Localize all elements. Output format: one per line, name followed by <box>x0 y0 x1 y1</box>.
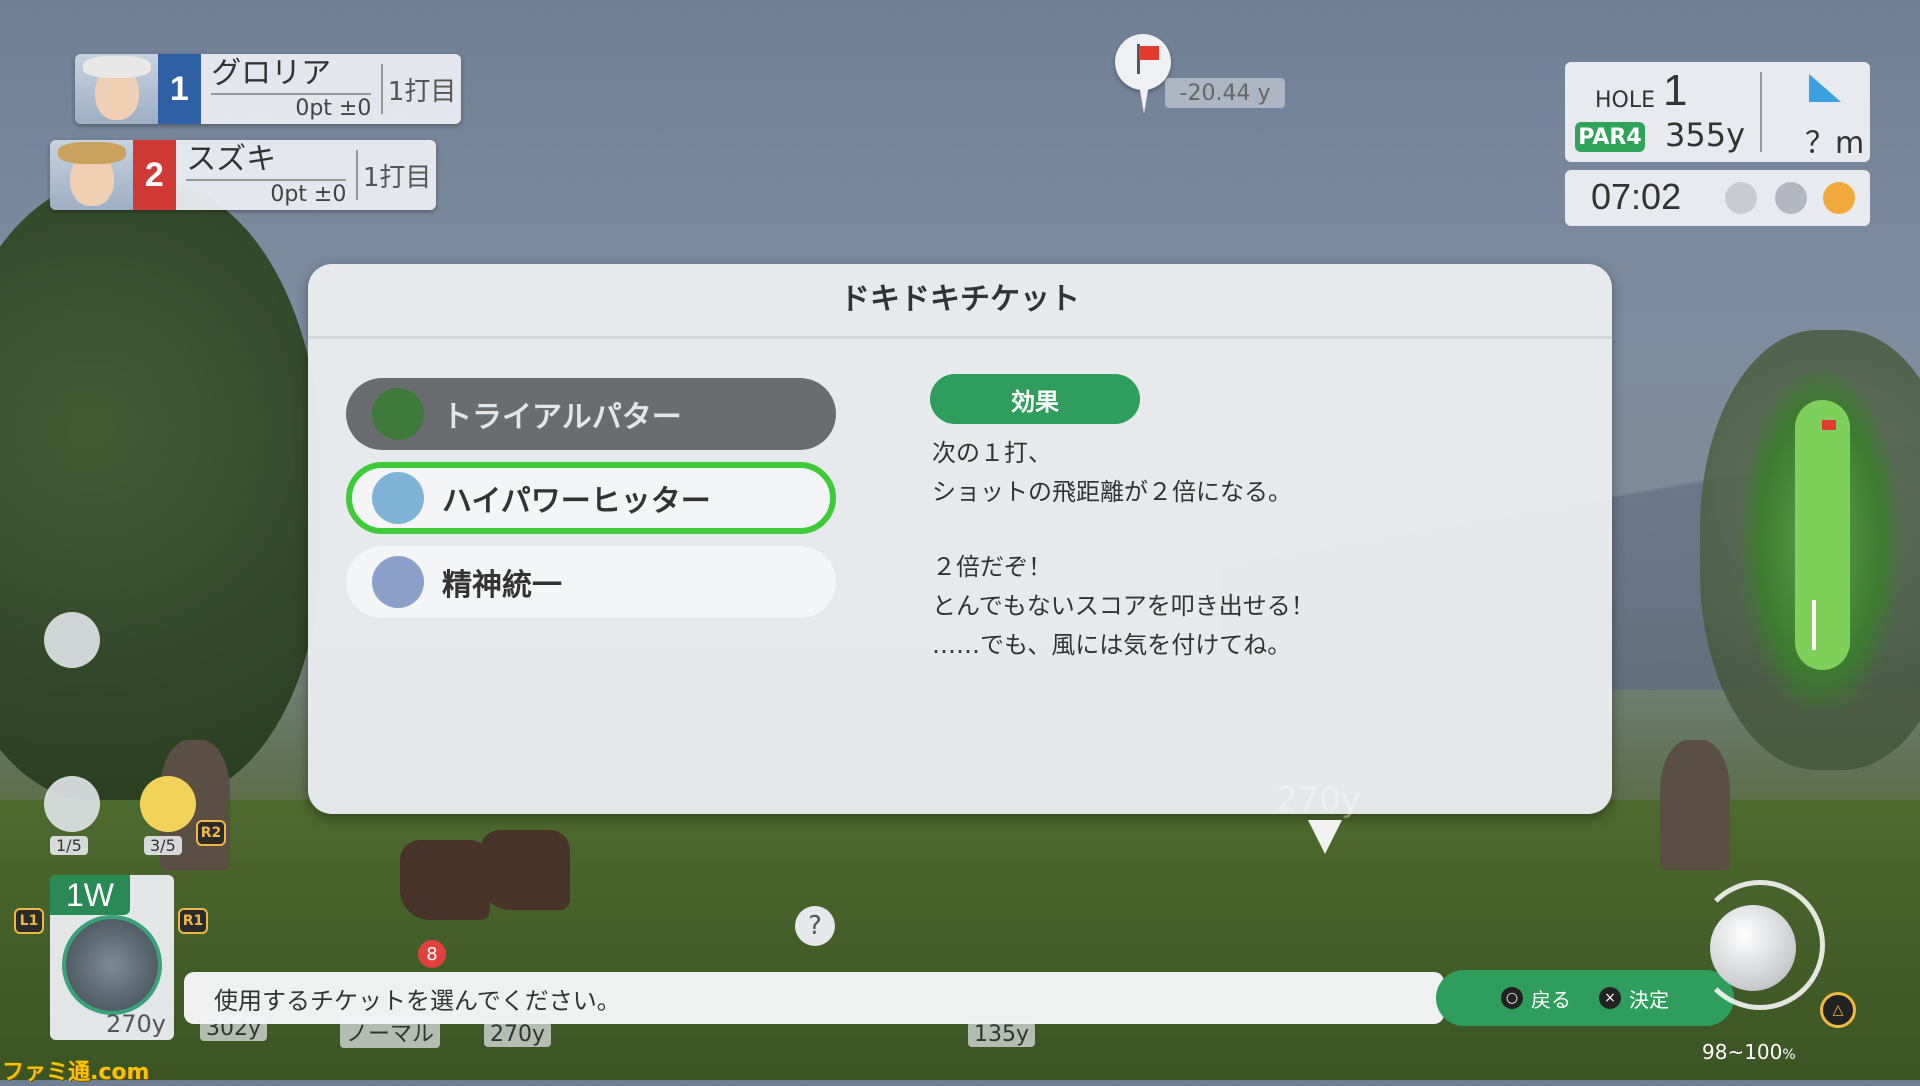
effect-description: 次の１打、 ショットの飛距離が２倍になる。 ２倍だぞ！ とんでもないスコアを叩き… <box>932 434 1552 665</box>
club-distance: 270y <box>105 1010 166 1038</box>
player-stroke: 1打目 <box>356 150 436 200</box>
ticket-trial-putter[interactable]: トライアルパター <box>346 378 836 450</box>
golfer-boots <box>400 830 600 930</box>
aim-distance: 270y <box>1276 780 1362 820</box>
instruction-bar: 使用するチケットを選んでください。 <box>184 972 1444 1024</box>
back-button[interactable]: ○ 戻る <box>1501 984 1571 1013</box>
player-avatar <box>75 54 158 124</box>
player-rank: 1 <box>157 54 202 124</box>
tree-left <box>0 180 320 800</box>
ticket-label: ハイパワーヒッター <box>442 484 711 519</box>
triangle-button-icon[interactable]: △ <box>1820 992 1856 1028</box>
tree-stump-right <box>1660 740 1730 870</box>
instruction-text: 使用するチケットを選んでください。 <box>214 986 621 1015</box>
r1-button: R1 <box>178 908 208 934</box>
confirm-button[interactable]: × 決定 <box>1599 984 1669 1013</box>
meditation-icon <box>372 556 424 608</box>
controls-bar: ○ 戻る × 決定 <box>1436 970 1734 1026</box>
club-panel[interactable]: 1W 270y <box>50 875 174 1040</box>
distance-label: 270y <box>484 1022 552 1047</box>
putter-icon <box>372 388 424 440</box>
player-stroke: 1打目 <box>381 64 461 114</box>
power-hitter-icon <box>372 472 424 524</box>
confirm-label: 決定 <box>1629 987 1669 1012</box>
l1-button: L1 <box>14 908 44 934</box>
item-icon[interactable] <box>140 776 196 832</box>
ticket-label: トライアルパター <box>442 400 682 435</box>
ticket-dialog: ドキドキチケット トライアルパター ハイパワーヒッター 精神統一 効果 次の１打… <box>308 264 1612 814</box>
circle-button-icon: ○ <box>1501 987 1523 1009</box>
rain-cloud-icon <box>1775 182 1807 214</box>
hole-info-panel: HOLE 1 PAR4 355y ？m <box>1565 62 1870 162</box>
aim-marker-icon <box>1308 820 1342 854</box>
player-points: 0pt ±0 <box>295 96 372 121</box>
effect-badge: 効果 <box>930 374 1140 424</box>
club-head-icon <box>62 915 162 1015</box>
course-minimap <box>1740 370 1900 710</box>
effect-line: とんでもないスコアを叩き出せる！ <box>932 592 1315 620</box>
back-label: 戻る <box>1531 987 1571 1012</box>
wind-flag-icon <box>1809 74 1841 102</box>
camera-count: 1/5 <box>50 836 88 855</box>
dialog-title: ドキドキチケット <box>308 264 1612 339</box>
effect-line: 次の１打、 <box>932 439 1052 467</box>
r2-button: R2 <box>196 820 226 846</box>
watermark: ファミ通.com <box>2 1060 150 1085</box>
wind-speed: ？m <box>1805 126 1865 161</box>
ticket-meditation[interactable]: 精神統一 <box>346 546 836 618</box>
hole-yards: 355y <box>1665 116 1746 154</box>
player-avatar <box>50 140 133 210</box>
hole-label: HOLE <box>1595 88 1656 113</box>
par-badge: PAR4 <box>1575 122 1645 152</box>
player-card-1: 1 グロリア 0pt ±0 1打目 <box>75 54 461 124</box>
sun-icon <box>1823 182 1855 214</box>
wind-sock-icon[interactable] <box>44 612 100 668</box>
count-badge: 8 <box>418 940 446 968</box>
item-count: 3/5 <box>144 836 182 855</box>
player-points: 0pt ±0 <box>270 182 347 207</box>
pin-distance: -20.44 y <box>1165 78 1285 108</box>
club-name: 1W <box>50 875 130 915</box>
camera-icon[interactable] <box>44 776 100 832</box>
effect-line: ショットの飛距離が２倍になる。 <box>932 478 1292 506</box>
ticket-label: 精神統一 <box>442 568 562 603</box>
player-name: スズキ <box>186 141 347 181</box>
player-card-2: 2 スズキ 0pt ±0 1打目 <box>50 140 436 210</box>
ticket-high-power-hitter[interactable]: ハイパワーヒッター <box>346 462 836 534</box>
time-panel: 07:02 <box>1565 170 1870 226</box>
time-of-day: 07:02 <box>1591 176 1682 217</box>
fairway-ground <box>0 800 1920 1080</box>
hole-number: 1 <box>1663 66 1688 115</box>
player-name: グロリア <box>211 55 372 95</box>
player-rank: 2 <box>132 140 177 210</box>
golf-ball-icon <box>1710 905 1796 991</box>
distance-label: 135y <box>968 1022 1036 1047</box>
pin-flag-icon <box>1115 34 1171 114</box>
effect-line: ２倍だぞ！ <box>932 553 1052 581</box>
cross-button-icon: × <box>1599 987 1621 1009</box>
question-icon: ? <box>795 906 835 946</box>
effect-line: ……でも、風には気を付けてね。 <box>932 631 1292 659</box>
cloud-icon <box>1725 182 1757 214</box>
power-percentage: 98~100% <box>1702 1040 1796 1064</box>
